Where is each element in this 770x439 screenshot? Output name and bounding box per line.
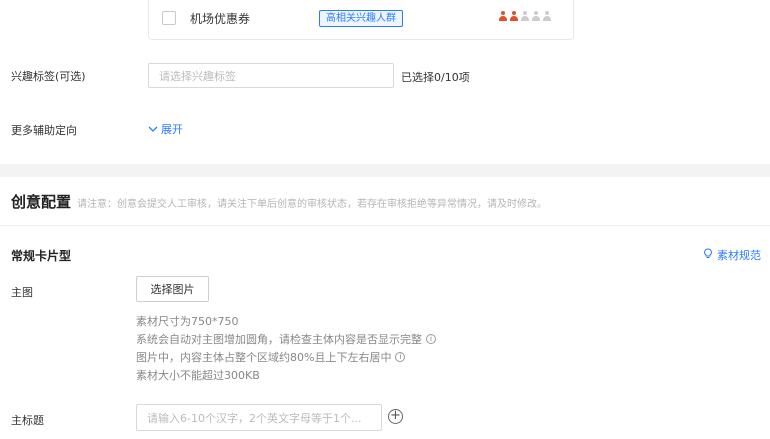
interest-label: 兴趣标签(可选) bbox=[11, 70, 86, 83]
audience-tag-badge: 高相关兴趣人群 bbox=[319, 10, 403, 27]
main-title-input[interactable]: 请输入6-10个汉字，2个英文字母等于1个... bbox=[136, 404, 382, 431]
hint-size: 素材尺寸为750*750 bbox=[136, 313, 239, 329]
card-type-title: 常规卡片型 bbox=[11, 249, 72, 263]
coupon-checkbox[interactable] bbox=[162, 11, 176, 25]
info-icon[interactable]: i bbox=[395, 352, 406, 362]
hint-centered: 图片中，内容主体占整个区域约80%且上下左右居中 i bbox=[136, 349, 406, 365]
divider bbox=[0, 225, 770, 226]
main-title-label: 主标题 bbox=[11, 414, 44, 427]
person-empty-icon bbox=[542, 11, 552, 22]
chevron-down-icon bbox=[148, 123, 158, 136]
add-circle-icon[interactable]: + bbox=[388, 409, 403, 424]
person-empty-icon bbox=[531, 11, 541, 22]
person-filled-icon bbox=[509, 11, 519, 22]
hint-text: 素材尺寸为750*750 bbox=[136, 315, 239, 328]
interest-select[interactable]: 请选择兴趣标签 bbox=[148, 63, 394, 88]
select-image-button[interactable]: 选择图片 bbox=[136, 276, 209, 302]
hint-text: 素材大小不能超过300KB bbox=[136, 369, 260, 382]
coupon-label: 机场优惠券 bbox=[190, 12, 251, 26]
interest-count: 已选择0/10项 bbox=[401, 71, 470, 84]
lightbulb-icon bbox=[703, 248, 713, 262]
expand-label: 展开 bbox=[161, 123, 183, 136]
audience-rating bbox=[498, 11, 552, 22]
assist-label: 更多辅助定向 bbox=[11, 124, 77, 137]
main-image-label: 主图 bbox=[11, 286, 33, 299]
creative-section-title: 创意配置 bbox=[11, 193, 72, 211]
creative-review-note: 请注意：创意会提交人工审核，请关注下单后创意的审核状态，若存在审核拒绝等异常情况… bbox=[77, 199, 547, 210]
hint-rounded-corners: 系统会自动对主图增加圆角，请检查主体内容是否显示完整 i bbox=[136, 331, 436, 347]
person-filled-icon bbox=[498, 11, 508, 22]
info-icon[interactable]: i bbox=[426, 334, 436, 344]
person-empty-icon bbox=[520, 11, 530, 22]
expand-button[interactable]: 展开 bbox=[148, 121, 183, 137]
hint-file-size: 素材大小不能超过300KB bbox=[136, 367, 260, 383]
material-spec-link[interactable]: 素材规范 bbox=[703, 247, 761, 263]
hint-text: 系统会自动对主图增加圆角，请检查主体内容是否显示完整 bbox=[136, 333, 422, 346]
section-divider bbox=[0, 164, 770, 177]
material-spec-label: 素材规范 bbox=[717, 249, 761, 262]
hint-text: 图片中，内容主体占整个区域约80%且上下左右居中 bbox=[136, 351, 392, 364]
